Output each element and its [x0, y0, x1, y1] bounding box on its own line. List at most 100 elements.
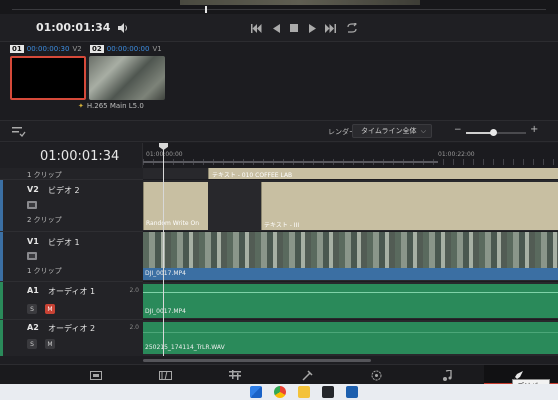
track-a1-id: A1 — [27, 286, 39, 295]
app-icon[interactable] — [346, 386, 358, 398]
lane-a1: DJI_0017.MP4 — [143, 282, 558, 320]
title-clip-coffee-lab[interactable]: テキスト - 010 COFFEE LAB — [208, 168, 558, 179]
zoom-slider-handle[interactable] — [490, 129, 497, 136]
page-fairlight-button[interactable] — [440, 368, 454, 382]
track-v1-id: V1 — [27, 237, 39, 246]
chrome-icon[interactable] — [274, 386, 286, 398]
track-header-a1[interactable]: A1 オーディオ 1 2.0 S M — [0, 282, 143, 320]
timeline-toolbar: レンダー タイムライン全体 ⌵ − + — [0, 120, 558, 142]
audio-waveform-a2 — [143, 332, 558, 333]
codec-label: H.265 Main L5.0 — [86, 102, 144, 110]
track-header-v1[interactable]: V1 ビデオ 1 1 クリップ — [0, 232, 143, 282]
codec-icon: ✦ — [78, 102, 84, 110]
clip-2-index: 02 — [90, 45, 104, 53]
scrollbar-thumb[interactable] — [143, 359, 371, 362]
reverse-play-icon — [272, 23, 280, 33]
ruler-label-start: 01:00:00:00 — [146, 151, 183, 158]
cut-page-icon — [158, 370, 172, 380]
track-v2-film-icon[interactable] — [27, 201, 37, 209]
track-header-a2[interactable]: A2 オーディオ 2 2.0 S M — [0, 320, 143, 356]
track-v1-film-icon[interactable] — [27, 252, 37, 260]
timeline-options-icon[interactable] — [12, 126, 26, 138]
timeline-ruler[interactable]: 01:00:00:00 01:00:22:00 — [143, 143, 558, 168]
file-explorer-icon[interactable] — [298, 386, 310, 398]
track-v2-clip-count: 2 クリップ — [27, 216, 62, 224]
viewer-scrub-head[interactable] — [205, 6, 207, 13]
os-taskbar — [0, 384, 558, 400]
viewer-timecode: 01:00:01:34 — [36, 21, 111, 34]
track-a1-name: オーディオ 1 — [48, 287, 96, 296]
track-a1-mute-button[interactable]: M — [45, 304, 55, 314]
audio-clip-a1-label: DJI_0017.MP4 — [145, 308, 186, 315]
track-a2-solo-button[interactable]: S — [27, 339, 37, 349]
media-page-icon — [90, 370, 102, 380]
lane-v1: DJI_0017.MP4 — [143, 232, 558, 282]
previous-frame-button[interactable] — [270, 22, 282, 34]
page-color-button[interactable] — [369, 368, 383, 382]
title-clip-iii[interactable]: テキスト - III — [261, 182, 558, 230]
volume-icon[interactable] — [117, 22, 129, 34]
timeline-clip-bin: 01 00:00:00:30 V2 02 00:00:00:00 V1 ✦ H.… — [0, 42, 558, 120]
clip-2-timecode: 00:00:00:00 — [106, 45, 150, 53]
davinci-resolve-icon[interactable] — [322, 386, 334, 398]
clip-1-tag: 01 00:00:00:30 V2 — [10, 44, 82, 54]
timeline-timecode: 01:00:01:34 — [40, 149, 120, 164]
track-a1-volume: 2.0 — [129, 287, 139, 294]
audio-clip-wav[interactable]: 250215_174114_TrLR.WAV — [143, 322, 558, 354]
clip-1-timecode: 00:00:00:30 — [26, 45, 70, 53]
transport-bar: 01:00:01:34 — [0, 14, 558, 42]
track-v2-id: V2 — [27, 185, 39, 194]
zoom-in-icon[interactable]: + — [530, 124, 538, 135]
lane-a2: 250215_174114_TrLR.WAV — [143, 320, 558, 356]
clip-2-thumbnail[interactable] — [89, 56, 165, 100]
fusion-page-icon — [301, 369, 313, 381]
stop-icon — [290, 24, 298, 32]
page-media-button[interactable] — [89, 368, 103, 382]
lane-v3: テキスト - 010 COFFEE LAB — [143, 168, 558, 180]
page-fusion-button[interactable] — [300, 368, 314, 382]
skip-to-end-button[interactable] — [324, 22, 336, 34]
track-header-v3[interactable]: 1 クリップ — [0, 168, 143, 180]
timeline-horizontal-scrollbar[interactable] — [143, 356, 558, 364]
playhead[interactable] — [163, 143, 164, 356]
audio-clip-dji-0017[interactable]: DJI_0017.MP4 — [143, 284, 558, 318]
resolve-window: 01:00:01:34 01 00:00:00:30 V2 02 00:00:0… — [0, 0, 558, 400]
render-range-select[interactable]: タイムライン全体 ⌵ — [352, 124, 432, 138]
video-clip-label: DJI_0017.MP4 — [145, 270, 186, 277]
edit-page-icon — [229, 370, 241, 380]
clip-1-thumbnail[interactable] — [10, 56, 86, 100]
track-a1-edge — [0, 282, 3, 319]
viewer-strip — [0, 0, 558, 14]
play-button[interactable] — [306, 22, 318, 34]
clip-1-track: V2 — [72, 45, 82, 53]
render-range-value: タイムライン全体 — [361, 127, 417, 135]
track-v1-clip-count: 1 クリップ — [27, 267, 62, 275]
play-icon — [308, 23, 316, 33]
stop-button[interactable] — [288, 22, 300, 34]
skip-to-start-button[interactable] — [250, 22, 262, 34]
zoom-slider-fill — [466, 132, 493, 134]
page-navigation — [0, 364, 558, 385]
viewer-scrub-bar[interactable] — [12, 9, 546, 10]
track-header-v2[interactable]: V2 ビデオ 2 2 クリップ — [0, 180, 143, 232]
color-page-icon — [371, 370, 381, 380]
clip-2-track: V1 — [152, 45, 162, 53]
windows-start-icon[interactable] — [250, 386, 262, 398]
zoom-out-icon[interactable]: − — [454, 125, 462, 135]
title-clip-random-write[interactable]: Random Write On — [143, 182, 208, 230]
viewer-image — [180, 0, 420, 5]
track-v1-edge — [0, 232, 3, 281]
ruler-label-22s: 01:00:22:00 — [438, 151, 475, 158]
track-a2-mute-button[interactable]: M — [45, 339, 55, 349]
title-clip-random-write-label: Random Write On — [146, 220, 200, 227]
page-cut-button[interactable] — [158, 368, 172, 382]
page-edit-button[interactable] — [228, 368, 242, 382]
codec-info: ✦ H.265 Main L5.0 — [78, 102, 144, 110]
timeline-tracks[interactable]: テキスト - 010 COFFEE LAB Random Write On テキ… — [143, 168, 558, 356]
video-clip-dji-0017[interactable]: DJI_0017.MP4 — [143, 232, 558, 280]
skip-to-end-icon — [324, 23, 336, 33]
audio-waveform-a1 — [143, 292, 558, 293]
title-clip-iii-label: テキスト - III — [264, 222, 300, 229]
track-a1-solo-button[interactable]: S — [27, 304, 37, 314]
loop-button[interactable] — [346, 22, 358, 34]
